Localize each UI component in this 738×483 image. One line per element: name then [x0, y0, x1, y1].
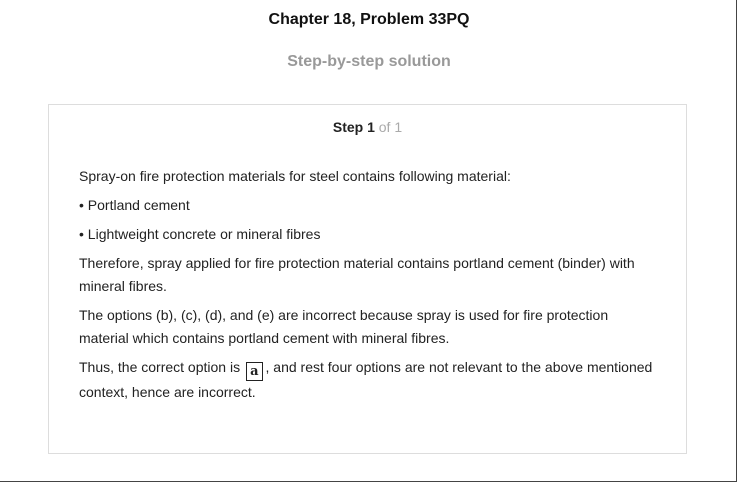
- chapter-title: Chapter 18, Problem 33PQ: [268, 11, 470, 28]
- solution-subtitle: Step-by-step solution: [287, 53, 451, 70]
- list-item: • Lightweight concrete or mineral fibres: [79, 226, 321, 242]
- step-count: of 1: [378, 119, 403, 135]
- paragraph-incorrect-options: The options (b), (c), (d), and (e) are i…: [79, 307, 609, 346]
- paragraph-answer: Thus, the correct option is a, and rest f…: [79, 356, 659, 404]
- step-content: Spray-on fire protection materials for s…: [79, 165, 659, 410]
- intro-text: Spray-on fire protection materials for s…: [79, 168, 511, 184]
- paragraph-conclusion: Therefore, spray applied for fire protec…: [79, 255, 635, 294]
- step-label: Step 1: [332, 119, 375, 135]
- step-header: Step 1 of 1: [49, 119, 686, 135]
- list-item: • Portland cement: [79, 197, 190, 213]
- answer-lead-text: Thus, the correct option is: [79, 359, 241, 375]
- step-card: Step 1 of 1 Spray-on fire protection mat…: [48, 104, 687, 454]
- answer-box: a: [246, 362, 263, 381]
